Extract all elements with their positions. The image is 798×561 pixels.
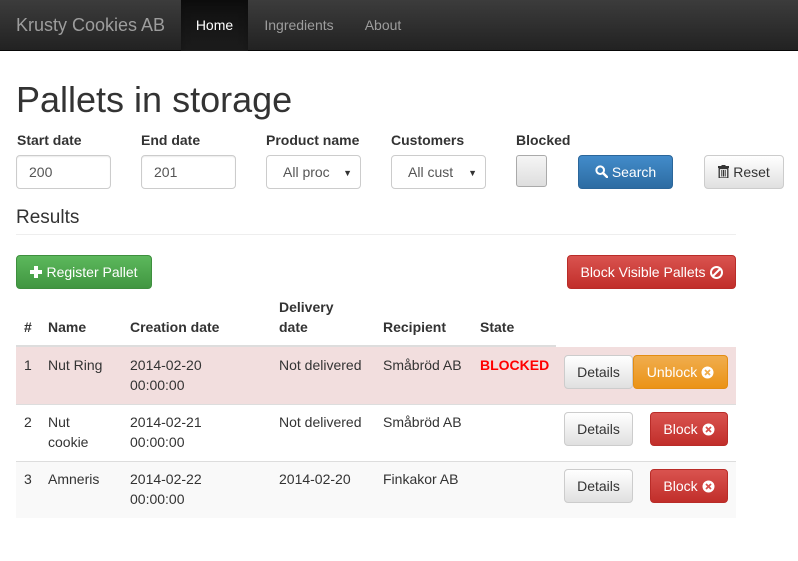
nav-ingredients[interactable]: Ingredients [249, 0, 349, 51]
row-creation-date: 2014-02-20 00:00:00 [130, 355, 202, 395]
customers-select[interactable]: All cust ▼ [391, 155, 486, 189]
remove-circle-icon [701, 357, 714, 389]
col-header-creation-date: Creation date [130, 319, 220, 335]
block-label: Block [663, 421, 698, 437]
plus-icon [30, 257, 43, 289]
caret-down-icon: ▼ [468, 168, 477, 178]
remove-circle-icon [709, 257, 723, 289]
creation-date-day: 2014-02-20 [130, 357, 202, 373]
row-name: Amneris [48, 471, 100, 487]
creation-date-time: 00:00:00 [130, 491, 185, 507]
row-recipient: Småbröd AB [383, 414, 462, 430]
navbar: Krusty Cookies AB Home Ingredients About [0, 0, 798, 51]
register-pallet-button[interactable]: Register Pallet [16, 255, 152, 289]
block-visible-pallets-button[interactable]: Block Visible Pallets [567, 255, 736, 289]
col-header-delivery-line2: date [279, 319, 308, 335]
product-name-label: Product name [266, 132, 360, 148]
product-name-select[interactable]: All proc ▼ [266, 155, 361, 189]
results-title: Results [16, 207, 80, 228]
col-header-name: Name [48, 319, 87, 335]
row-name: Nut cookie [48, 412, 88, 452]
row-name-line2: cookie [48, 434, 89, 450]
block-label: Block [663, 478, 698, 494]
row-delivery-date: Not delivered [279, 357, 362, 373]
row-num: 1 [24, 357, 32, 373]
start-date-label: Start date [17, 132, 82, 148]
unblock-label: Unblock [646, 364, 698, 380]
remove-circle-icon [702, 414, 715, 446]
row-num: 2 [24, 414, 32, 430]
blocked-label: Blocked [516, 132, 571, 148]
col-header-delivery-line1: Delivery [279, 299, 334, 315]
details-button[interactable]: Details [564, 469, 633, 503]
block-button[interactable]: Block [650, 412, 728, 446]
search-button[interactable]: Search [578, 155, 673, 189]
col-header-state: State [480, 319, 515, 335]
nav-about[interactable]: About [350, 0, 416, 51]
reset-button-label: Reset [733, 164, 770, 180]
row-creation-date: 2014-02-21 00:00:00 [130, 412, 202, 452]
block-visible-label: Block Visible Pallets [580, 264, 706, 280]
creation-date-time: 00:00:00 [130, 434, 185, 450]
details-button[interactable]: Details [564, 355, 633, 389]
row-creation-date: 2014-02-22 00:00:00 [130, 469, 202, 509]
blocked-checkbox[interactable] [516, 155, 547, 187]
row-recipient: Småbröd AB [383, 357, 462, 373]
search-button-label: Search [611, 164, 657, 180]
end-date-input[interactable]: 201 [141, 155, 236, 189]
remove-circle-icon [702, 471, 715, 503]
row-state-badge: BLOCKED [480, 357, 550, 373]
row-recipient: Finkakor AB [383, 471, 459, 487]
trash-icon [718, 157, 730, 189]
creation-date-day: 2014-02-22 [130, 471, 202, 487]
row-delivery-date: Not delivered [279, 414, 362, 430]
row-delivery-date: 2014-02-20 [279, 471, 351, 487]
nav-home[interactable]: Home [181, 0, 248, 51]
row-name-line1: Nut [48, 414, 70, 430]
customers-value: All cust [408, 164, 454, 180]
creation-date-day: 2014-02-21 [130, 414, 202, 430]
customers-label: Customers [391, 132, 465, 148]
col-header-recipient: Recipient [383, 319, 447, 335]
reset-button[interactable]: Reset [704, 155, 784, 189]
page-title: Pallets in storage [16, 79, 293, 120]
register-pallet-label: Register Pallet [46, 264, 138, 280]
product-name-value: All proc [283, 164, 330, 180]
creation-date-time: 00:00:00 [130, 377, 185, 393]
col-header-delivery-date: Delivery date [279, 297, 333, 337]
start-date-input[interactable]: 200 [16, 155, 111, 189]
divider [16, 234, 736, 235]
end-date-label: End date [141, 132, 201, 148]
row-name: Nut Ring [48, 357, 103, 373]
details-button[interactable]: Details [564, 412, 633, 446]
search-icon [595, 157, 609, 189]
col-header-num: # [24, 319, 32, 335]
row-num: 3 [24, 471, 32, 487]
unblock-button[interactable]: Unblock [633, 355, 728, 389]
block-button[interactable]: Block [650, 469, 728, 503]
brand[interactable]: Krusty Cookies AB [16, 0, 165, 51]
caret-down-icon: ▼ [343, 168, 352, 178]
